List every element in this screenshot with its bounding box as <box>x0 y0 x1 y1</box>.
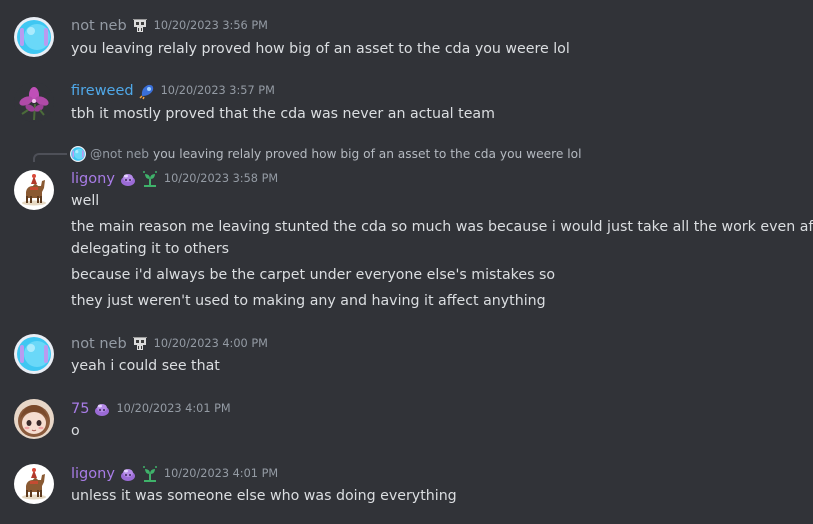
message-text: unless it was someone else who was doing… <box>71 488 457 504</box>
reply-spine <box>33 153 67 162</box>
skull-badge-icon[interactable] <box>131 335 149 353</box>
reply-avatar[interactable] <box>70 146 86 162</box>
message-text: o <box>71 423 80 439</box>
username[interactable]: fireweed <box>71 81 134 101</box>
avatar[interactable] <box>14 334 54 374</box>
username[interactable]: not neb <box>71 16 127 36</box>
skull-badge-icon[interactable] <box>131 17 149 35</box>
message-text: well <box>71 193 100 209</box>
message-text: you leaving relaly proved how big of an … <box>71 41 570 57</box>
avatar[interactable] <box>14 464 54 504</box>
username[interactable]: 75 <box>71 399 89 419</box>
message-text: they just weren't used to making any and… <box>71 293 546 309</box>
purple-blob-badge-icon[interactable] <box>119 170 137 188</box>
message-text: because i'd always be the carpet under e… <box>71 267 556 283</box>
message-text: tbh it mostly proved that the cda was ne… <box>71 106 495 122</box>
timestamp[interactable]: 10/20/2023 4:00 PM <box>154 334 268 354</box>
reply-preview[interactable]: @not neb you leaving relaly proved how b… <box>70 144 581 164</box>
timestamp[interactable]: 10/20/2023 3:56 PM <box>154 16 268 36</box>
rocket-badge-icon[interactable] <box>138 82 156 100</box>
reply-text[interactable]: you leaving relaly proved how big of an … <box>153 147 581 161</box>
timestamp[interactable]: 10/20/2023 4:01 PM <box>164 464 278 484</box>
timestamp[interactable]: 10/20/2023 3:58 PM <box>164 169 278 189</box>
message-text: the main reason me leaving stunted the c… <box>71 219 813 235</box>
timestamp[interactable]: 10/20/2023 3:57 PM <box>161 81 275 101</box>
username[interactable]: not neb <box>71 334 127 354</box>
reply-author[interactable]: @not neb <box>90 147 149 161</box>
purple-blob-badge-icon[interactable] <box>119 465 137 483</box>
sprout-badge-icon[interactable] <box>141 170 159 188</box>
username[interactable]: ligony <box>71 464 115 484</box>
username[interactable]: ligony <box>71 169 115 189</box>
message-text: delegating it to others <box>71 241 230 257</box>
purple-blob-badge-icon[interactable] <box>93 400 111 418</box>
avatar[interactable] <box>14 399 54 439</box>
sprout-badge-icon[interactable] <box>141 465 159 483</box>
avatar[interactable] <box>14 82 54 122</box>
avatar[interactable] <box>14 17 54 57</box>
avatar[interactable] <box>14 170 54 210</box>
message-text: yeah i could see that <box>71 358 220 374</box>
timestamp[interactable]: 10/20/2023 4:01 PM <box>116 399 230 419</box>
